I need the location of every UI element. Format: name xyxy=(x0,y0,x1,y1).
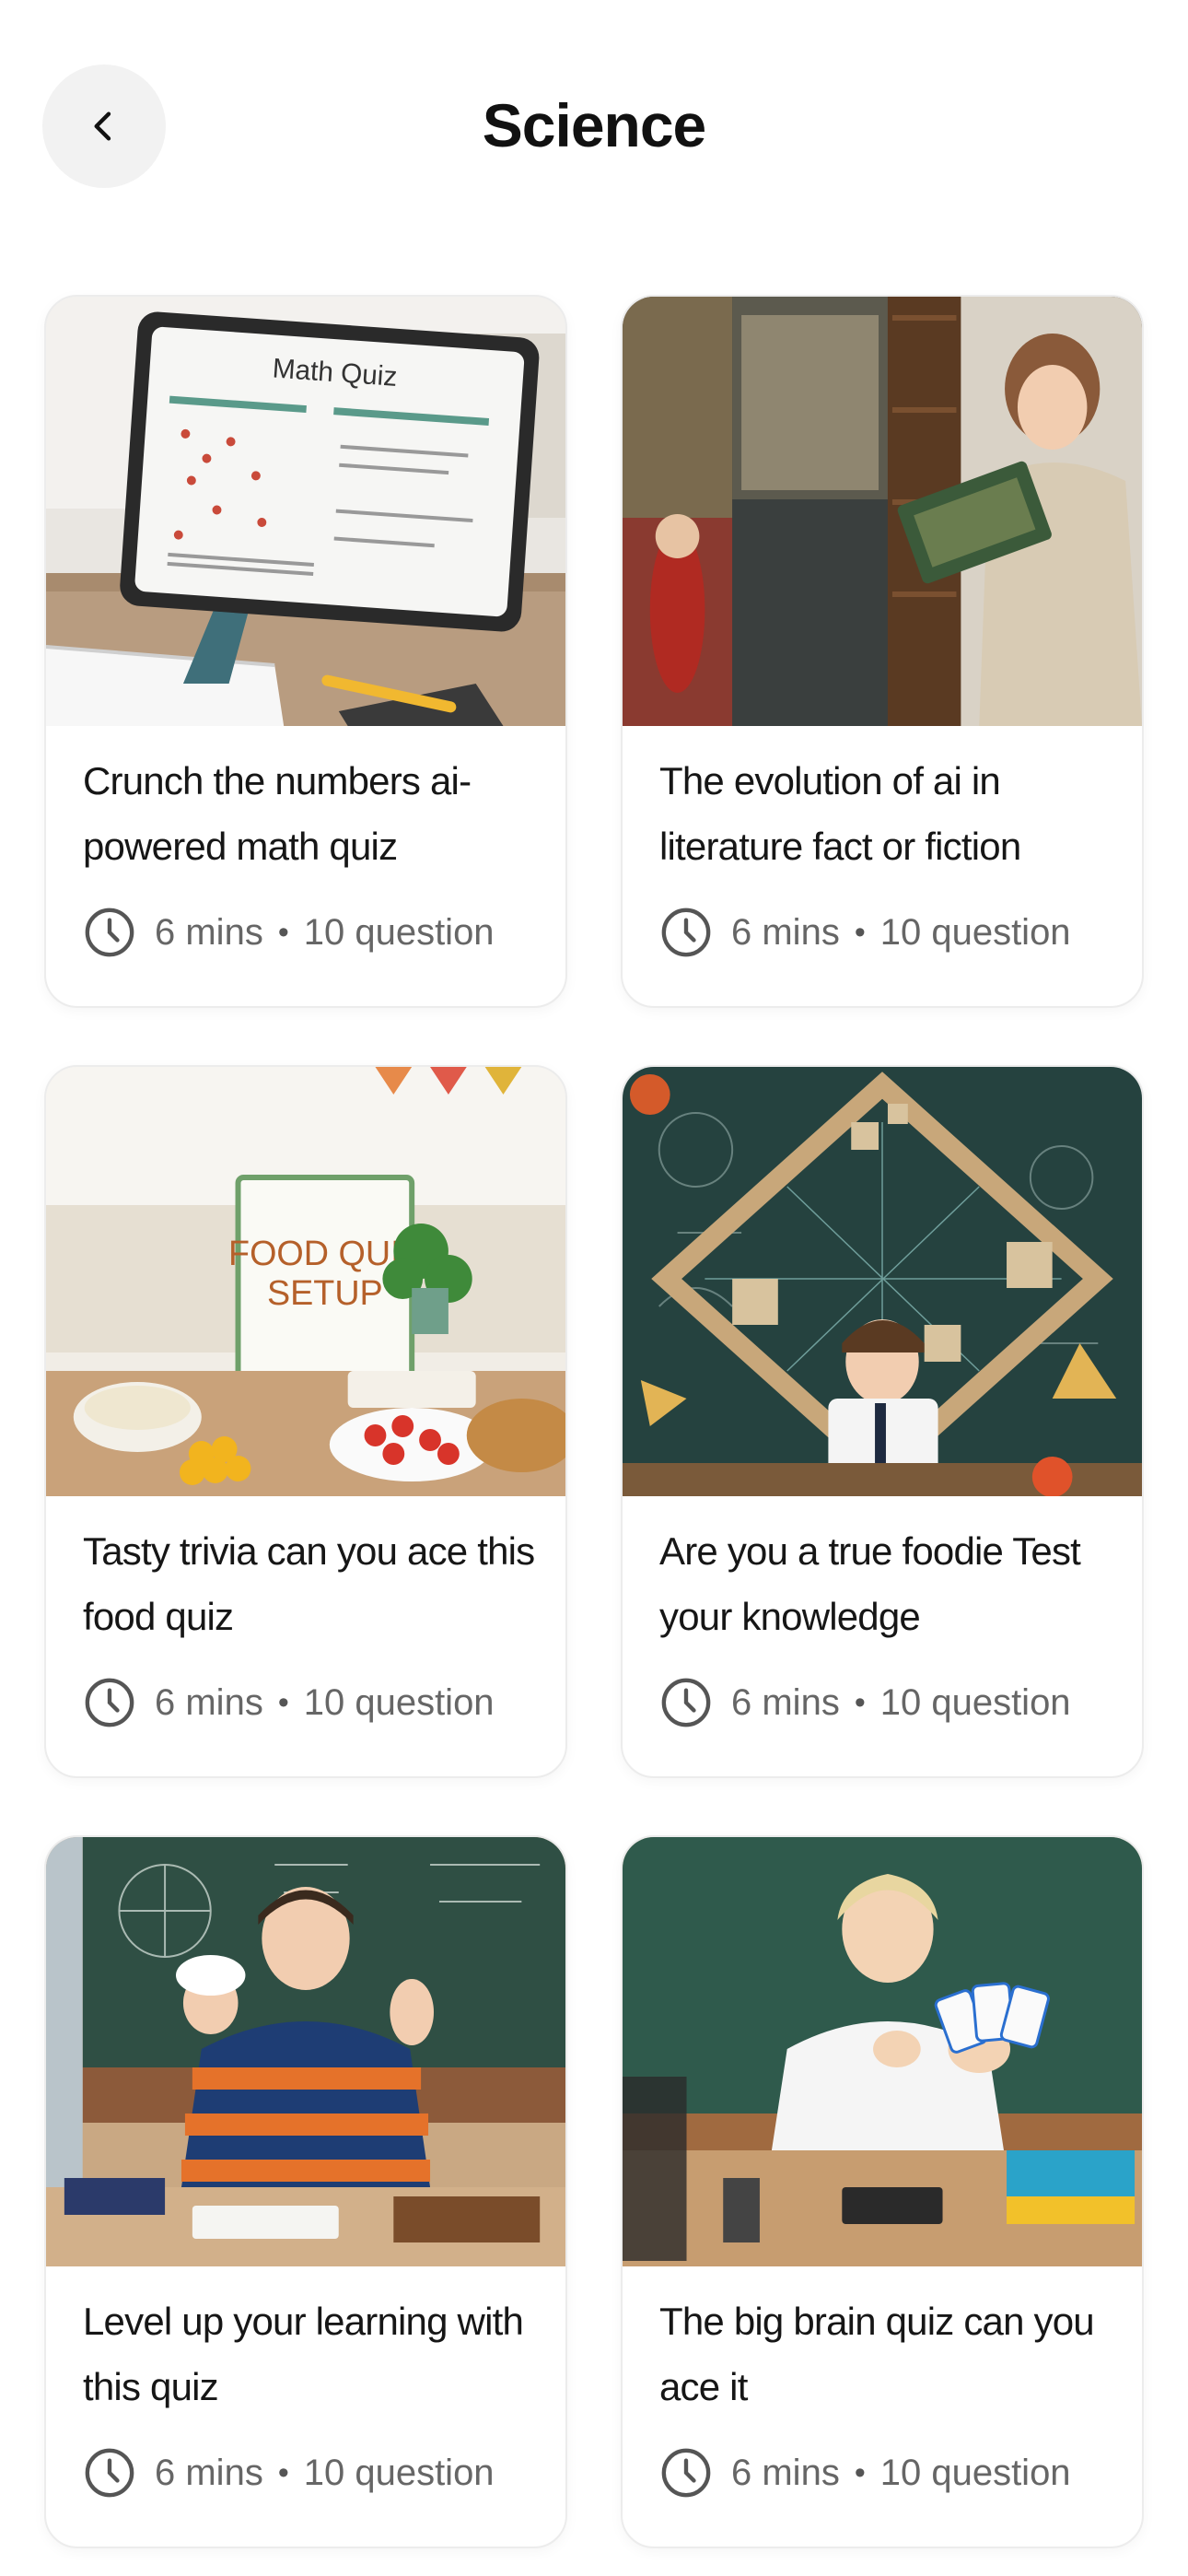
quiz-title: Are you a true foodie Test your knowledg… xyxy=(659,1529,1081,1638)
quiz-question-count: 10 question xyxy=(879,911,1071,953)
quiz-duration: 6 mins xyxy=(155,911,263,953)
quiz-thumbnail xyxy=(623,1837,1142,2266)
quiz-question-count: 10 question xyxy=(303,1681,495,1723)
quiz-title: Level up your learning with this quiz xyxy=(83,2300,524,2408)
quiz-thumbnail xyxy=(623,1067,1142,1496)
quiz-card[interactable]: FOOD QUIZ SETUP Tasty trivia can you ace… xyxy=(44,1065,567,1778)
meta-separator: • xyxy=(854,1684,866,1720)
quiz-title: The evolution of ai in literature fact o… xyxy=(659,759,1021,868)
meta-separator: • xyxy=(277,914,289,950)
quiz-card[interactable]: Are you a true foodie Test your knowledg… xyxy=(621,1065,1144,1778)
quiz-meta: 6 mins • 10 question xyxy=(83,1675,495,1730)
clock-icon xyxy=(85,1678,134,1727)
quiz-question-count: 10 question xyxy=(879,2452,1071,2493)
clock-icon xyxy=(661,1678,711,1727)
quiz-duration: 6 mins xyxy=(731,911,840,953)
clock-icon xyxy=(85,907,134,957)
quiz-card[interactable]: The big brain quiz can you ace it 6 mins… xyxy=(621,1835,1144,2548)
quiz-thumbnail xyxy=(623,297,1142,726)
quiz-meta: 6 mins • 10 question xyxy=(659,2445,1071,2500)
quiz-duration: 6 mins xyxy=(155,1681,263,1723)
quiz-duration: 6 mins xyxy=(731,2452,840,2493)
quiz-meta: 6 mins • 10 question xyxy=(83,2445,495,2500)
meta-separator: • xyxy=(854,2454,866,2490)
quiz-grid: Math Quiz Crunch the numbers ai-powered … xyxy=(44,295,1144,2548)
svg-text:SETUP: SETUP xyxy=(267,1274,383,1313)
clock-icon xyxy=(661,2448,711,2498)
top-bar: Science xyxy=(0,0,1188,221)
quiz-title: Crunch the numbers ai-powered math quiz xyxy=(83,759,472,868)
quiz-thumbnail xyxy=(46,1837,565,2266)
quiz-duration: 6 mins xyxy=(731,1681,840,1723)
quiz-thumbnail: Math Quiz xyxy=(46,297,565,726)
quiz-card[interactable]: Level up your learning with this quiz 6 … xyxy=(44,1835,567,2548)
meta-separator: • xyxy=(277,1684,289,1720)
quiz-card[interactable]: The evolution of ai in literature fact o… xyxy=(621,295,1144,1008)
quiz-duration: 6 mins xyxy=(155,2452,263,2493)
quiz-question-count: 10 question xyxy=(879,1681,1071,1723)
quiz-title: Tasty trivia can you ace this food quiz xyxy=(83,1529,535,1638)
quiz-meta: 6 mins • 10 question xyxy=(659,1675,1071,1730)
meta-separator: • xyxy=(277,2454,289,2490)
quiz-title: The big brain quiz can you ace it xyxy=(659,2300,1095,2408)
clock-icon xyxy=(85,2448,134,2498)
quiz-meta: 6 mins • 10 question xyxy=(83,905,495,960)
quiz-meta: 6 mins • 10 question xyxy=(659,905,1071,960)
meta-separator: • xyxy=(854,914,866,950)
quiz-question-count: 10 question xyxy=(303,911,495,953)
page-title: Science xyxy=(482,91,707,159)
clock-icon xyxy=(661,907,711,957)
quiz-card[interactable]: Math Quiz Crunch the numbers ai-powered … xyxy=(44,295,567,1008)
quiz-thumbnail: FOOD QUIZ SETUP xyxy=(46,1067,565,1496)
quiz-question-count: 10 question xyxy=(303,2452,495,2493)
